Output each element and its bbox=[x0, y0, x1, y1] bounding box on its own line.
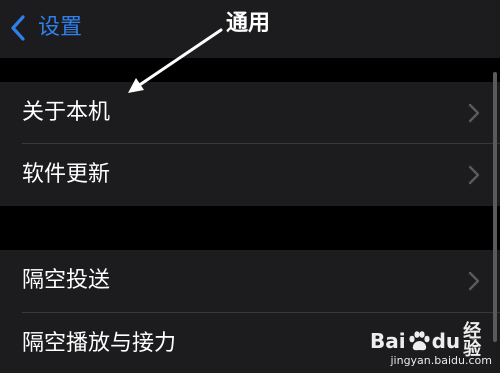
chevron-right-icon bbox=[468, 271, 480, 291]
row-label: 隔空投送 bbox=[22, 267, 111, 293]
row-airplay-handoff[interactable]: 隔空播放与接力 bbox=[0, 313, 500, 373]
page-title: 通用 bbox=[226, 11, 271, 36]
scroll-indicator[interactable] bbox=[493, 72, 497, 342]
back-button[interactable]: 设置 bbox=[10, 10, 82, 46]
row-label: 隔空播放与接力 bbox=[22, 330, 177, 356]
row-label: 软件更新 bbox=[22, 161, 111, 187]
settings-group-2: 隔空投送 隔空播放与接力 bbox=[0, 250, 500, 373]
chevron-right-icon bbox=[468, 165, 480, 185]
row-airdrop[interactable]: 隔空投送 bbox=[0, 250, 500, 311]
settings-group-1: 关于本机 软件更新 bbox=[0, 82, 500, 206]
settings-screen: 设置 通用 关于本机 软件更新 隔空投送 隔空播放与接力 Bai du 经验 j… bbox=[0, 0, 500, 373]
row-software-update[interactable]: 软件更新 bbox=[0, 144, 500, 205]
back-label: 设置 bbox=[38, 15, 83, 40]
chevron-right-icon bbox=[468, 103, 480, 123]
row-label: 关于本机 bbox=[22, 99, 111, 125]
chevron-left-icon bbox=[10, 10, 36, 46]
row-about[interactable]: 关于本机 bbox=[0, 82, 500, 143]
navigation-bar: 设置 通用 bbox=[0, 0, 500, 58]
chevron-right-icon bbox=[468, 334, 480, 354]
